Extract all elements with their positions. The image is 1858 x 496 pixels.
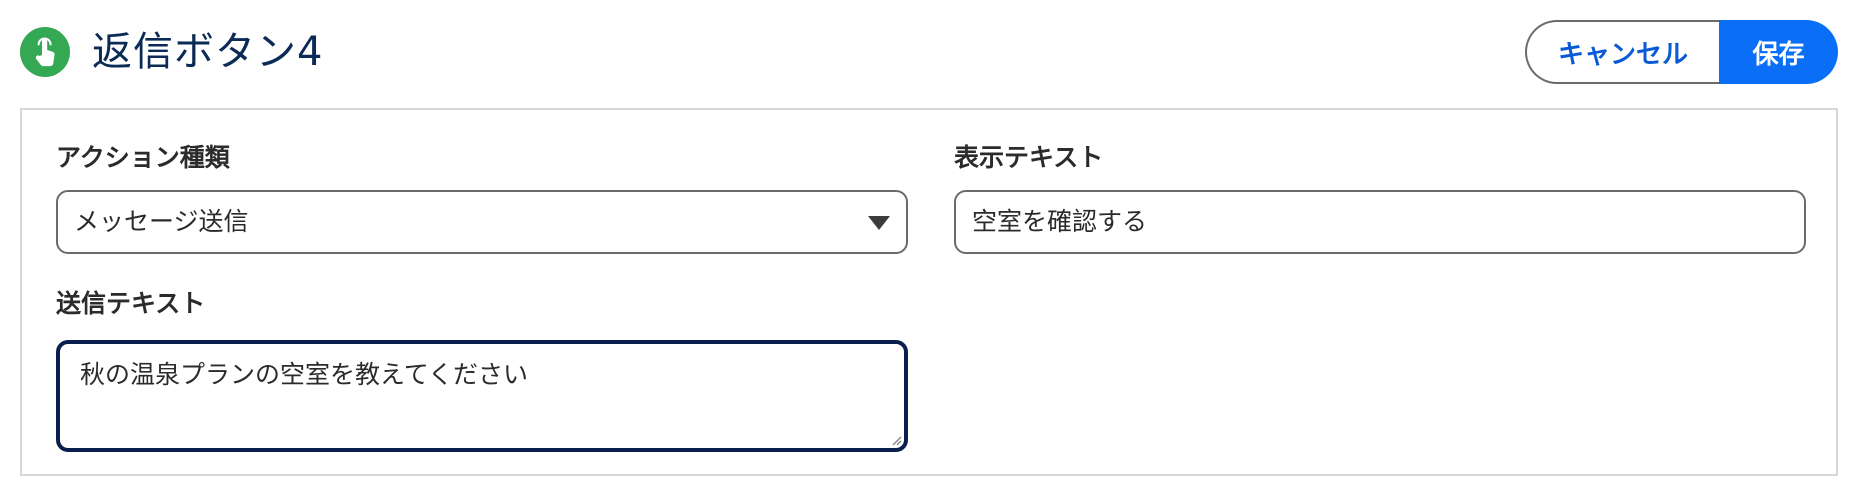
action-type-label: アクション種類 xyxy=(56,143,230,172)
display-text-input[interactable]: 空室を確認する xyxy=(954,190,1806,254)
action-type-select[interactable]: メッセージ送信 xyxy=(56,190,908,254)
send-text-value: 秋の温泉プランの空室を教えてください xyxy=(80,360,529,389)
cancel-button[interactable]: キャンセル xyxy=(1525,20,1719,84)
reply-button-form-panel: アクション種類 メッセージ送信 表示テキスト 空室を確認する 送信テキスト 秋の… xyxy=(20,108,1838,476)
send-text-label: 送信テキスト xyxy=(56,289,206,318)
display-text-value: 空室を確認する xyxy=(972,207,1148,236)
chevron-down-icon xyxy=(868,216,890,230)
action-type-selected-value: メッセージ送信 xyxy=(74,207,249,236)
save-button[interactable]: 保存 xyxy=(1719,20,1838,84)
resize-handle-icon[interactable] xyxy=(890,434,902,446)
action-button-group: キャンセル 保存 xyxy=(1525,20,1838,84)
page-title: 返信ボタン4 xyxy=(92,29,324,75)
tap-hand-icon xyxy=(20,27,70,77)
display-text-label: 表示テキスト xyxy=(954,143,1104,172)
send-text-textarea[interactable]: 秋の温泉プランの空室を教えてください xyxy=(56,340,908,452)
